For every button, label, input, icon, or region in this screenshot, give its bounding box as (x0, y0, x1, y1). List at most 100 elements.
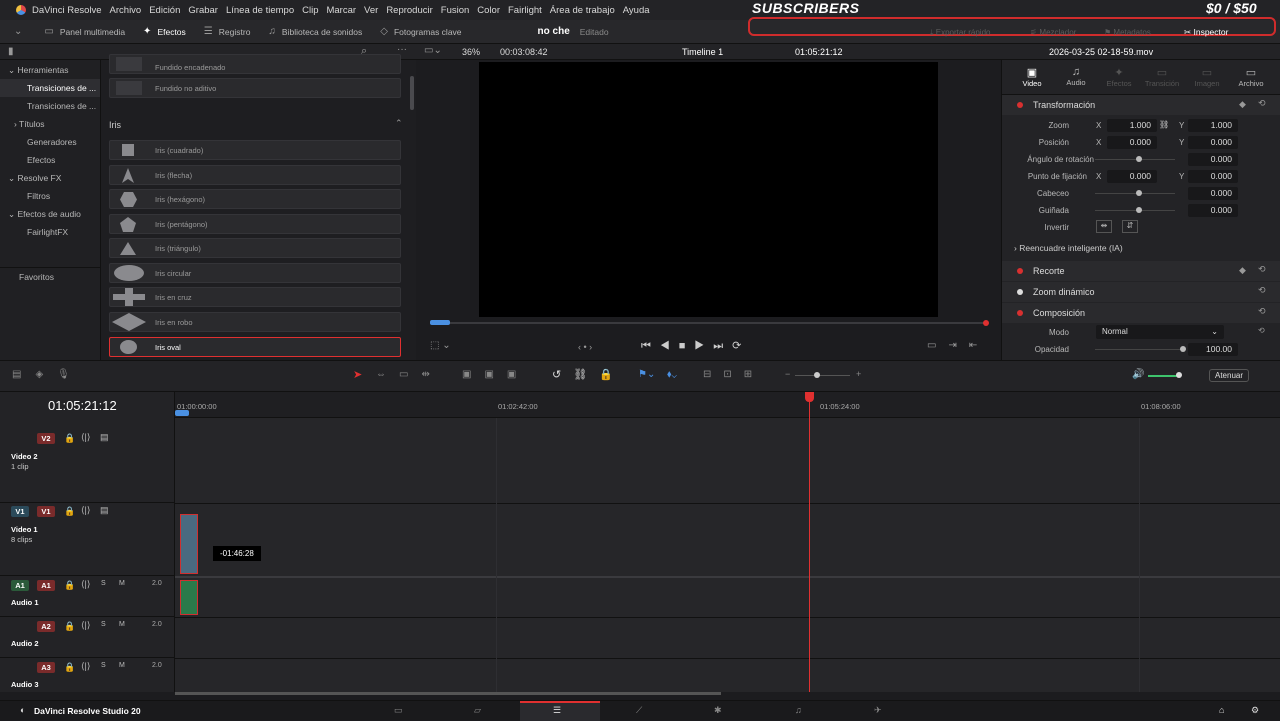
auto-select-icon[interactable]: ⟨|⟩ (81, 620, 90, 631)
deliver-page-icon[interactable]: ✈ (874, 705, 882, 716)
pitch-slider[interactable] (1095, 193, 1175, 194)
source-patch-tag[interactable]: A1 (11, 580, 29, 591)
sidebar-item-resolve-fx[interactable]: ⌄ Resolve FX (0, 169, 100, 187)
yaw-input[interactable]: 0.000 (1188, 204, 1238, 217)
fairlight-page-icon[interactable]: ♫ (795, 705, 802, 715)
effect-iris-hexagon[interactable]: Iris (hexágono) (109, 189, 401, 209)
blade-tool-icon[interactable]: ⇹ (421, 369, 442, 380)
menu-ver[interactable]: Ver (364, 5, 378, 16)
opacity-slider[interactable] (1095, 349, 1183, 350)
playhead-line[interactable] (809, 392, 810, 692)
attenuate-button[interactable]: Atenuar (1209, 369, 1250, 382)
lock-icon[interactable]: 🔒 (599, 369, 625, 381)
position-y-input[interactable]: 0.000 (1188, 136, 1238, 149)
zoom-y-input[interactable]: 1.000 (1188, 119, 1238, 132)
effect-iris-diamond[interactable]: Iris en robo (109, 312, 401, 332)
effect-crossfade[interactable]: Fundido encadenado (109, 54, 401, 74)
skip-start-icon[interactable]: ⏮ (641, 340, 660, 352)
timeline-selector[interactable]: Timeline 1 (682, 47, 723, 57)
enabled-dot[interactable] (1017, 102, 1023, 108)
dynamic-trim-icon[interactable]: ▭ (399, 369, 421, 380)
keyframe-icon[interactable]: ◆ (1239, 99, 1246, 110)
track-lock-icon[interactable]: 🔒 (64, 662, 75, 673)
reset-icon[interactable]: ⟲ (1258, 98, 1266, 109)
match-frame-icon[interactable]: ▭ (927, 340, 948, 351)
next-clip-icon[interactable]: ⇥ (948, 340, 968, 351)
track-enable-icon[interactable]: ▤ (100, 432, 109, 443)
marker-icon[interactable]: ⬧⌄ (667, 369, 677, 380)
effect-iris-arrow[interactable]: Iris (flecha) (109, 165, 401, 185)
sidebar-item-herramientas[interactable]: ⌄ Herramientas (0, 61, 100, 79)
pitch-input[interactable]: 0.000 (1188, 187, 1238, 200)
opacity-input[interactable]: 100.00 (1188, 343, 1238, 356)
log-button[interactable]: ☰ Registro (204, 26, 251, 37)
solo-button[interactable]: S (101, 580, 106, 587)
insert-clip-icon[interactable]: ▣ (462, 369, 484, 380)
viewer-layout-icon[interactable]: ▭⌄ (424, 45, 442, 56)
settings-gear-icon[interactable]: ⚙ (1251, 705, 1259, 716)
mixer-button[interactable]: ⚟ Mezclador (1030, 28, 1076, 37)
video-clip[interactable] (180, 514, 198, 574)
track-lock-icon[interactable]: 🔒 (64, 621, 75, 632)
timeline-zoom-slider[interactable] (795, 375, 850, 376)
menu-linea-tiempo[interactable]: Línea de tiempo (226, 5, 294, 16)
tab-video[interactable]: ▣ Video (1022, 66, 1042, 88)
sidebar-toggle-icon[interactable]: ▮ (8, 46, 14, 57)
solo-button[interactable]: S (101, 662, 106, 669)
position-x-input[interactable]: 0.000 (1107, 136, 1157, 149)
menu-ayuda[interactable]: Ayuda (623, 5, 650, 16)
media-page-icon[interactable]: ▭ (394, 705, 403, 716)
effect-iris-triangle[interactable]: Iris (triángulo) (109, 238, 401, 258)
mute-button[interactable]: M (119, 621, 125, 628)
menu-grabar[interactable]: Grabar (188, 5, 218, 16)
smart-reframe-section[interactable]: › Reencuadre inteligente (IA) (1014, 243, 1123, 253)
home-icon[interactable]: ⌂ (1219, 705, 1224, 715)
disabled-dot[interactable] (1017, 289, 1023, 295)
flag-icon[interactable]: ⚑⌄ (638, 369, 655, 380)
microphone-icon[interactable]: 🎙 (57, 369, 84, 380)
reset-icon[interactable]: ⟲ (1258, 264, 1266, 275)
effect-iris-square[interactable]: Iris (cuadrado) (109, 140, 401, 160)
rotation-input[interactable]: 0.000 (1188, 153, 1238, 166)
collapse-icon[interactable]: ⌃ (395, 118, 403, 129)
menu-reproducir[interactable]: Reproducir (386, 5, 432, 16)
solo-button[interactable]: S (101, 621, 106, 628)
video-preview[interactable] (479, 62, 938, 317)
timeline-view-icon[interactable]: ▤ (12, 369, 35, 380)
slider-handle[interactable] (1136, 156, 1142, 162)
effect-iris-pentagon[interactable]: Iris (pentágono) (109, 214, 401, 234)
tab-audio[interactable]: ♫ Audio (1064, 66, 1088, 87)
tab-file[interactable]: ▭ Archivo (1236, 66, 1266, 88)
sidebar-item-generadores[interactable]: Generadores (0, 133, 100, 151)
menu-fairlight[interactable]: Fairlight (508, 5, 542, 16)
anchor-y-input[interactable]: 0.000 (1188, 170, 1238, 183)
step-back-icon[interactable]: ◀ (660, 340, 679, 352)
sidebar-item-filtros[interactable]: Filtros (0, 187, 100, 205)
edit-page-tab[interactable]: ☰ (520, 701, 600, 721)
auto-select-icon[interactable]: ⟨|⟩ (81, 432, 90, 443)
enabled-dot[interactable] (1017, 268, 1023, 274)
slider-handle[interactable] (1136, 207, 1142, 213)
keyframe-icon[interactable]: ◆ (1239, 265, 1246, 276)
menu-edicion[interactable]: Edición (149, 5, 180, 16)
mute-button[interactable]: M (119, 662, 125, 669)
track-id-tag[interactable]: A2 (37, 621, 55, 632)
mute-button[interactable]: M (119, 580, 125, 587)
effects-scrollbar[interactable] (410, 76, 414, 110)
enabled-dot[interactable] (1017, 310, 1023, 316)
zoom-in-icon[interactable]: + (856, 369, 861, 379)
anchor-x-input[interactable]: 0.000 (1107, 170, 1157, 183)
skip-end-icon[interactable]: ⏭ (713, 340, 732, 352)
fusion-page-icon[interactable]: ⟋ (636, 705, 642, 716)
sidebar-item-efectos[interactable]: Efectos (0, 151, 100, 169)
link-icon[interactable]: ⛓ (573, 369, 599, 381)
frame-nav-icon[interactable]: ‹ • › (578, 342, 592, 352)
color-page-icon[interactable]: ✱ (714, 705, 722, 716)
effects-button[interactable]: ✦ Efectos (143, 26, 186, 37)
yaw-slider[interactable] (1095, 210, 1175, 211)
audio-clip[interactable] (180, 580, 198, 615)
media-pool-button[interactable]: ▭ Panel multimedia (44, 26, 125, 37)
track-lock-icon[interactable]: 🔒 (64, 580, 75, 591)
timeline-area[interactable]: 01:00:00:00 01:02:42:00 01:05:24:00 01:0… (175, 392, 1280, 695)
section-composite[interactable]: Composición ⟲ (1002, 303, 1280, 323)
